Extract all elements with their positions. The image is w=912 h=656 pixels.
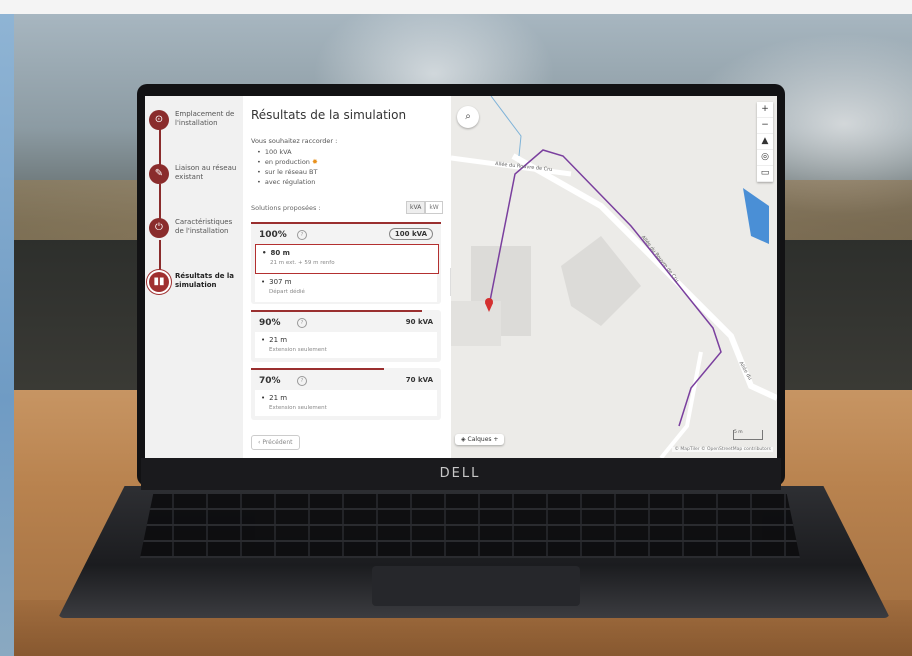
previous-button[interactable]: ‹ Précédent <box>251 435 300 450</box>
map-canvas <box>451 96 777 458</box>
results-panel: Résultats de la simulation Vous souhaite… <box>243 96 451 458</box>
option-detail: Départ dédié <box>269 289 305 295</box>
plug-icon: ⏻ <box>149 218 169 238</box>
solution-card[interactable]: 100% ? 100 kVA 80 m 21 m ext. + 59 m ren… <box>251 222 441 304</box>
waterway <box>490 96 522 157</box>
summary-mode: en production <box>264 158 310 166</box>
option-detail: 21 m ext. + 59 m renfo <box>270 260 335 266</box>
map-view[interactable]: Allée du Rouvre de Cru Allée du Rouvre d… <box>451 96 777 458</box>
sun-icon: ✸ <box>311 158 318 166</box>
step-label: Résultats de la simulation <box>175 272 235 289</box>
step-label: Emplacement de l'installation <box>175 110 235 127</box>
solution-power-badge: 100 kVA <box>388 228 433 240</box>
unit-kva-button[interactable]: kVA <box>406 201 426 214</box>
map-controls: + − ▲ ◎ ▭ <box>757 102 773 182</box>
request-intro: Vous souhaitez raccorder : <box>251 137 338 145</box>
solution-power: 90 kVA <box>405 318 433 326</box>
laptop-screen: ⊙ Emplacement de l'installation ✎ Liaiso… <box>145 96 777 458</box>
option-distance: 21 m <box>261 394 287 402</box>
layers-label: Calques <box>467 436 492 443</box>
summary-regulation: avec régulation <box>264 178 316 186</box>
solution-option[interactable]: 21 m Extension seulement <box>255 390 437 416</box>
layers-button[interactable]: ◈ Calques + <box>455 434 505 445</box>
pencil-icon: ✎ <box>149 164 169 184</box>
dell-logo: DELL <box>439 466 481 481</box>
fullscreen-button[interactable]: ▭ <box>757 166 773 182</box>
solution-percent: 100% <box>259 230 287 240</box>
step-label: Liaison au réseau existant <box>175 164 237 181</box>
laptop-touchpad <box>372 566 580 606</box>
water-area <box>743 188 769 244</box>
map-attribution[interactable]: © MapTiler © OpenStreetMap contributors <box>672 447 773 452</box>
solution-percent: 90% <box>259 318 281 328</box>
keyboard-rows <box>140 494 800 558</box>
help-icon[interactable]: ? <box>297 376 307 386</box>
road <box>511 153 777 401</box>
unit-kw-button[interactable]: kW <box>425 201 443 214</box>
solution-percent: 70% <box>259 376 281 386</box>
option-detail: Extension seulement <box>269 405 327 411</box>
solution-option[interactable]: 80 m 21 m ext. + 59 m renfo <box>255 244 439 274</box>
stepper-connector <box>159 240 161 272</box>
request-summary: 100 kVA en production✸ sur le réseau BT … <box>257 147 318 187</box>
summary-power: 100 kVA <box>264 148 292 156</box>
solution-card[interactable]: 70% ? 70 kVA 21 m Extension seulement <box>251 368 441 420</box>
solution-option[interactable]: 21 m Extension seulement <box>255 332 437 358</box>
map-scale: 5 m <box>733 430 763 440</box>
photo-border <box>0 0 912 14</box>
step-label: Caractéristiques de l'installation <box>175 218 233 235</box>
compass-button[interactable]: ▲ <box>757 134 773 150</box>
left-photo-strip <box>0 14 14 656</box>
stepper-sidebar: ⊙ Emplacement de l'installation ✎ Liaiso… <box>145 96 243 458</box>
solutions-label: Solutions proposées : <box>251 204 321 212</box>
option-detail: Extension seulement <box>269 347 327 353</box>
list-item: sur le réseau BT <box>257 167 318 177</box>
capacity-bar <box>251 310 422 312</box>
solution-power: 70 kVA <box>405 376 433 384</box>
summary-network: sur le réseau BT <box>264 168 318 176</box>
zoom-out-button[interactable]: − <box>757 118 773 134</box>
list-item: 100 kVA <box>257 147 318 157</box>
help-icon[interactable]: ? <box>297 318 307 328</box>
geolocate-button[interactable]: ◎ <box>757 150 773 166</box>
zoom-in-button[interactable]: + <box>757 102 773 118</box>
solution-card[interactable]: 90% ? 90 kVA 21 m Extension seulement <box>251 310 441 362</box>
option-distance: 80 m <box>262 249 289 257</box>
list-item: en production✸ <box>257 157 318 167</box>
page-title: Résultats de la simulation <box>251 108 407 122</box>
layers-icon: ◈ <box>461 436 466 443</box>
option-distance: 21 m <box>261 336 287 344</box>
solution-option[interactable]: 307 m Départ dédié <box>255 274 437 302</box>
road <box>659 351 703 458</box>
previous-label: Précédent <box>262 439 293 446</box>
unit-toggle: kVA kW <box>406 201 443 214</box>
bar-chart-icon: ▮▮ <box>149 272 169 292</box>
location-pin-icon: ⊙ <box>149 110 169 130</box>
building <box>451 301 501 346</box>
stepper-connector <box>159 128 161 168</box>
capacity-bar <box>251 222 441 224</box>
map-search-button[interactable]: ⌕ <box>457 106 479 128</box>
list-item: avec régulation <box>257 177 318 187</box>
option-distance: 307 m <box>261 278 291 286</box>
capacity-bar <box>251 368 384 370</box>
help-icon[interactable]: ? <box>297 230 307 240</box>
building <box>561 236 641 326</box>
